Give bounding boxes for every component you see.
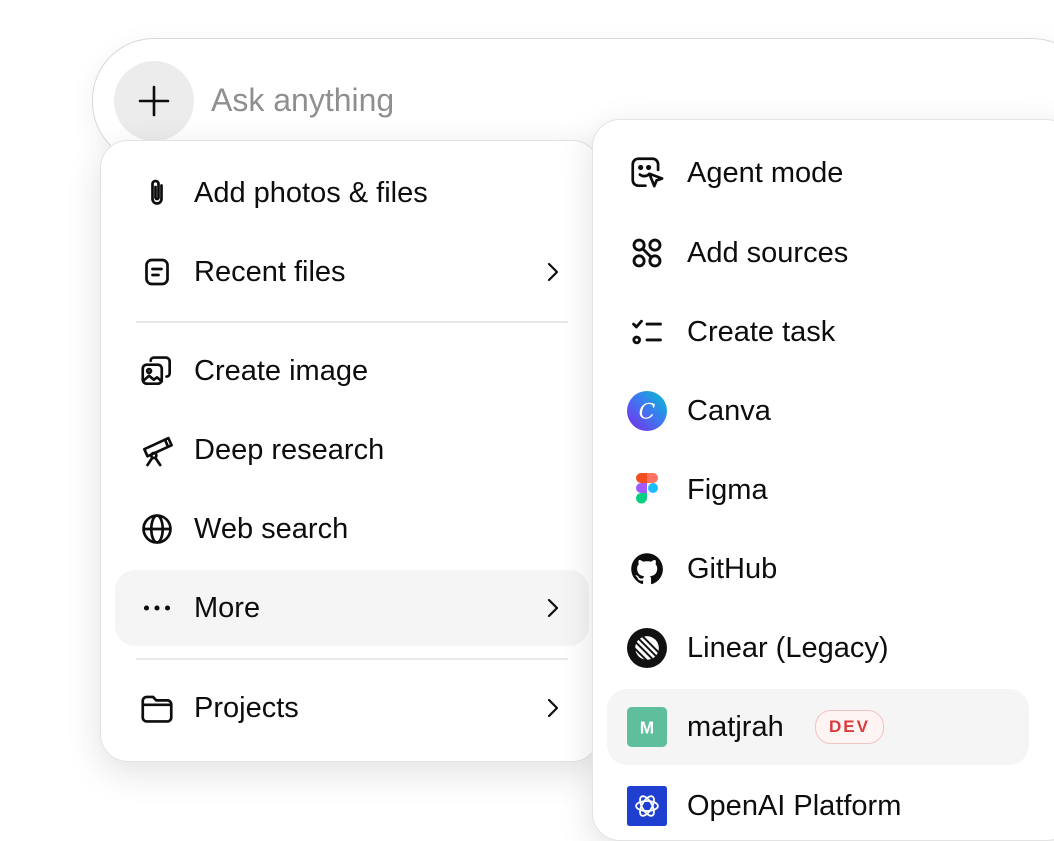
submenu-item-label: Agent mode	[687, 156, 844, 189]
submenu-item-openai-platform[interactable]: OpenAI Platform	[607, 768, 1029, 840]
image-icon	[137, 351, 177, 391]
submenu-item-label: matjrah	[687, 710, 784, 743]
submenu-item-label: Figma	[687, 473, 768, 506]
linear-logo-icon	[627, 628, 667, 668]
menu-item-web-search[interactable]: Web search	[115, 491, 589, 567]
submenu-item-matjrah[interactable]: M matjrah DEV	[607, 689, 1029, 765]
submenu-item-linear[interactable]: Linear (Legacy)	[607, 610, 1029, 686]
submenu-item-figma[interactable]: Figma	[607, 452, 1029, 528]
paperclip-icon	[137, 173, 177, 213]
github-logo-icon	[627, 549, 667, 589]
menu-item-projects[interactable]: Projects	[115, 670, 589, 746]
menu-item-recent-files[interactable]: Recent files	[115, 234, 589, 310]
submenu-item-github[interactable]: GitHub	[607, 531, 1029, 607]
menu-item-deep-research[interactable]: Deep research	[115, 412, 589, 488]
plus-icon	[138, 85, 170, 117]
menu-divider	[136, 321, 568, 323]
ellipsis-icon	[137, 588, 177, 628]
menu-item-label: Recent files	[194, 255, 346, 288]
submenu-item-label: OpenAI Platform	[687, 789, 902, 822]
chevron-right-icon	[547, 698, 559, 718]
figma-logo-icon	[627, 470, 667, 510]
chevron-right-icon	[547, 598, 559, 618]
composer-tools-menu: Add photos & files Recent files Create i…	[100, 140, 600, 762]
add-attachment-button[interactable]	[114, 61, 194, 141]
svg-text:M: M	[640, 717, 654, 737]
menu-divider	[136, 658, 568, 660]
folder-icon	[137, 688, 177, 728]
submenu-item-create-task[interactable]: Create task	[607, 294, 1029, 370]
chevron-right-icon	[547, 262, 559, 282]
checklist-icon	[627, 312, 667, 352]
submenu-item-label: Canva	[687, 394, 771, 427]
menu-item-label: Projects	[194, 691, 299, 724]
menu-item-more[interactable]: More	[115, 570, 589, 646]
submenu-item-label: Create task	[687, 315, 836, 348]
menu-item-label: Deep research	[194, 433, 385, 466]
menu-item-label: Add photos & files	[194, 176, 428, 209]
menu-item-label: Create image	[194, 354, 369, 387]
openai-logo-icon	[627, 786, 667, 826]
menu-item-label: More	[194, 591, 261, 624]
svg-text:C: C	[639, 399, 656, 424]
telescope-icon	[137, 430, 177, 470]
submenu-item-label: GitHub	[687, 552, 778, 585]
submenu-item-label: Linear (Legacy)	[687, 631, 889, 664]
prompt-input[interactable]: Ask anything	[211, 78, 394, 122]
more-submenu: Agent mode Add sources Create task C Can…	[592, 119, 1054, 841]
matjrah-avatar-icon: M	[627, 707, 667, 747]
connectors-icon	[627, 233, 667, 273]
submenu-item-canva[interactable]: C Canva	[607, 373, 1029, 449]
menu-item-label: Web search	[194, 512, 349, 545]
submenu-item-add-sources[interactable]: Add sources	[607, 215, 1029, 291]
dev-badge: DEV	[815, 710, 884, 744]
menu-item-add-photos-files[interactable]: Add photos & files	[115, 155, 589, 231]
menu-item-create-image[interactable]: Create image	[115, 333, 589, 409]
submenu-item-label: Add sources	[687, 236, 849, 269]
agent-cursor-icon	[627, 153, 667, 193]
canva-logo-icon: C	[627, 391, 667, 431]
document-icon	[137, 252, 177, 292]
submenu-item-agent-mode[interactable]: Agent mode	[607, 135, 1029, 211]
globe-icon	[137, 509, 177, 549]
